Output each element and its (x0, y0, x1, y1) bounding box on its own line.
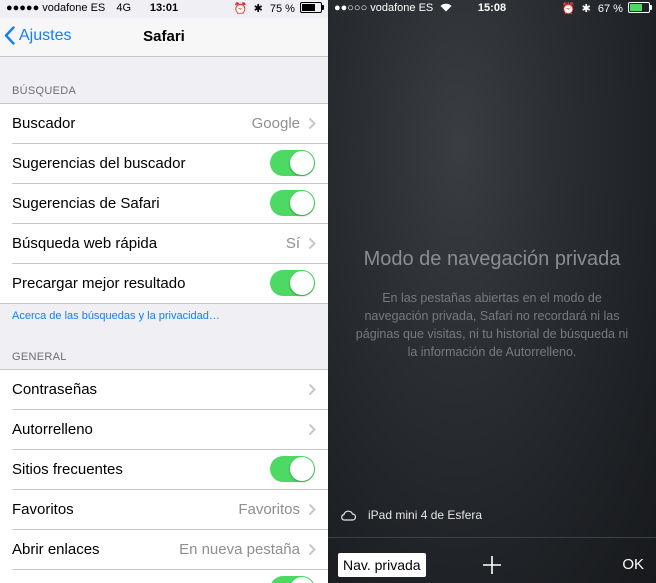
row-label: Precargar mejor resultado (12, 275, 186, 292)
chevron-right-icon (308, 503, 316, 516)
battery-percent: 75 % (269, 3, 295, 15)
row-value: Sí (285, 235, 300, 252)
status-right: ⏰ ✱ 67 % (561, 2, 652, 15)
status-bar: ●●●●● vodafone ES 4G 13:01 ⏰ ✱ 75 % (0, 0, 328, 18)
partial-row-toggle[interactable] (270, 576, 315, 583)
general-settings-group: Contraseñas Autorrelleno Sitios frecuent… (0, 369, 328, 583)
chevron-right-icon (308, 237, 316, 250)
row-label: Sugerencias de Safari (12, 195, 160, 212)
chevron-right-icon (308, 423, 316, 436)
search-suggestions-toggle[interactable] (270, 150, 315, 176)
row-label: Autorrelleno (12, 421, 93, 438)
partial-row (12, 570, 328, 583)
section-header-general: GENERAL (12, 351, 67, 363)
icloud-device-item[interactable]: iPad mini 4 de Esfera (340, 508, 482, 522)
ok-button[interactable]: OK (622, 556, 644, 573)
battery-icon (628, 2, 652, 13)
passwords-row[interactable]: Contraseñas (12, 370, 328, 410)
autofill-row[interactable]: Autorrelleno (12, 410, 328, 450)
alarm-icon: ⏰ (561, 3, 576, 15)
bluetooth-icon: ✱ (581, 3, 591, 15)
row-label: Abrir enlaces (12, 541, 100, 558)
new-tab-plus-icon[interactable] (482, 555, 502, 575)
open-links-row[interactable]: Abrir enlaces En nueva pestaña (12, 530, 328, 570)
section-header-search: BÚSQUEDA (12, 85, 77, 97)
row-value: Google (251, 115, 300, 132)
safari-suggestions-row: Sugerencias de Safari (12, 184, 328, 224)
row-label: Contraseñas (12, 381, 98, 398)
chevron-right-icon (308, 543, 316, 556)
row-label: Sugerencias del buscador (12, 155, 186, 172)
favorites-row[interactable]: Favoritos Favoritos (12, 490, 328, 530)
private-browsing-button[interactable]: Nav. privada (338, 553, 426, 577)
preload-top-hit-row: Precargar mejor resultado (12, 264, 328, 303)
safari-suggestions-toggle[interactable] (270, 190, 315, 216)
search-settings-group: Buscador Google Sugerencias del buscador… (0, 103, 328, 304)
row-value: En nueva pestaña (179, 541, 300, 558)
toolbar-divider (328, 537, 656, 538)
safari-settings-screen: ●●●●● vodafone ES 4G 13:01 ⏰ ✱ 75 % Ajus… (0, 0, 328, 583)
alarm-icon: ⏰ (233, 3, 248, 15)
battery-icon (300, 2, 324, 13)
bluetooth-icon: ✱ (253, 3, 263, 15)
frequent-sites-toggle[interactable] (270, 456, 315, 482)
row-label: Sitios frecuentes (12, 461, 123, 478)
search-suggestions-row: Sugerencias del buscador (12, 144, 328, 184)
search-engine-row[interactable]: Buscador Google (12, 104, 328, 144)
quick-website-search-row[interactable]: Búsqueda web rápida Sí (12, 224, 328, 264)
chevron-right-icon (308, 117, 316, 130)
private-mode-description: En las pestañas abiertas en el modo de n… (355, 291, 629, 359)
frequent-sites-row: Sitios frecuentes (12, 450, 328, 490)
private-browsing-screen: ●●○○○ vodafone ES 15:08 ⏰ ✱ 67 % Modo de… (328, 0, 656, 583)
search-privacy-link[interactable]: Acerca de las búsquedas y la privacidad… (12, 310, 220, 322)
row-value: Favoritos (238, 501, 300, 518)
page-title: Safari (143, 28, 185, 45)
private-mode-title: Modo de navegación privada (363, 248, 621, 270)
cloud-icon (341, 510, 356, 521)
row-label: Búsqueda web rápida (12, 235, 158, 252)
status-bar: ●●○○○ vodafone ES 15:08 ⏰ ✱ 67 % (328, 0, 656, 18)
device-name: iPad mini 4 de Esfera (368, 508, 483, 522)
status-right: ⏰ ✱ 75 % (233, 2, 324, 15)
navigation-bar: Ajustes Safari (0, 18, 328, 57)
preload-top-hit-toggle[interactable] (270, 270, 315, 296)
row-label: Buscador (12, 115, 76, 132)
chevron-right-icon (308, 383, 316, 396)
battery-percent: 67 % (597, 3, 623, 15)
row-label: Favoritos (12, 501, 74, 518)
